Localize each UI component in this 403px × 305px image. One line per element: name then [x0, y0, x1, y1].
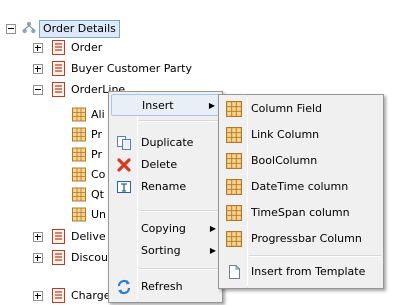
table-icon: [52, 288, 65, 303]
grid-column-icon: [226, 101, 242, 117]
menu-item-label: Duplicate: [141, 136, 194, 149]
copy-icon: [117, 136, 131, 150]
grid-column-icon: [72, 167, 86, 182]
menu-item-label: Link Column: [251, 128, 320, 141]
submenu-item-progressbar-column[interactable]: Progressbar Column: [221, 228, 381, 250]
hierarchy-icon: [22, 21, 36, 34]
expand-icon[interactable]: [33, 64, 43, 74]
grid-column-icon: [72, 187, 86, 202]
menu-item-label: Sorting: [141, 244, 181, 257]
tree-item-label: Ali: [91, 108, 105, 121]
menu-item-label: Progressbar Column: [251, 232, 362, 245]
expand-icon[interactable]: [33, 43, 43, 53]
submenu-arrow-icon: ▶: [209, 224, 216, 233]
tree-item-label: Buyer Customer Party: [71, 62, 192, 75]
rename-icon: [117, 181, 131, 193]
grid-column-icon: [226, 205, 242, 221]
submenu-item-insert-from-template[interactable]: Insert from Template: [221, 261, 381, 283]
menu-separator: [139, 120, 220, 122]
grid-column-icon: [72, 207, 86, 222]
menu-item-label: DateTime column: [251, 180, 349, 193]
menu-item-refresh[interactable]: Refresh: [111, 276, 220, 298]
menu-item-label: TimeSpan column: [251, 206, 350, 219]
grid-column-icon: [226, 127, 242, 143]
tree-item-label: Discou: [71, 251, 109, 264]
grid-column-icon: [226, 231, 242, 247]
tree-item-label: Order: [71, 41, 103, 54]
table-icon: [52, 40, 65, 55]
menu-item-copying[interactable]: Copying ▶: [111, 218, 220, 240]
submenu-arrow-icon: ▶: [208, 101, 215, 110]
tree-item-label: Delive: [71, 230, 106, 243]
delete-x-icon: [117, 158, 131, 172]
submenu-item-timespan-column[interactable]: TimeSpan column: [221, 202, 381, 224]
grid-column-icon: [72, 107, 86, 122]
submenu-arrow-icon: ▶: [209, 246, 216, 255]
menu-item-rename[interactable]: Rename: [111, 176, 220, 198]
table-icon: [52, 61, 65, 76]
submenu-item-datetime-column[interactable]: DateTime column: [221, 176, 381, 198]
tree-root-label[interactable]: Order Details: [39, 20, 120, 38]
context-menu: Insert ▶ Duplicate Delete Rename Copying…: [108, 91, 223, 303]
menu-item-insert[interactable]: Insert ▶: [111, 94, 220, 116]
submenu-item-bool-column[interactable]: BoolColumn: [221, 150, 381, 172]
menu-item-label: Insert from Template: [251, 265, 366, 278]
table-icon: [52, 250, 65, 265]
tree-item-label: Pr: [91, 128, 102, 141]
submenu-item-column-field[interactable]: Column Field: [221, 98, 381, 120]
table-icon: [52, 229, 65, 244]
collapse-icon[interactable]: [6, 24, 16, 34]
grid-column-icon: [72, 127, 86, 142]
menu-item-sorting[interactable]: Sorting ▶: [111, 240, 220, 262]
expand-icon[interactable]: [33, 253, 43, 263]
collapse-icon[interactable]: [33, 85, 43, 95]
insert-submenu: Column Field Link Column BoolColumn Date…: [218, 94, 384, 289]
menu-separator: [139, 210, 220, 212]
menu-item-label: BoolColumn: [251, 154, 318, 167]
refresh-icon: [117, 279, 131, 295]
expand-icon[interactable]: [33, 232, 43, 242]
menu-item-label: Insert: [142, 99, 174, 112]
grid-column-icon: [226, 153, 242, 169]
menu-item-label: Delete: [141, 158, 178, 171]
tree-item-label: Co: [91, 168, 106, 181]
menu-item-label: Column Field: [251, 102, 323, 115]
menu-item-delete[interactable]: Delete: [111, 154, 220, 176]
grid-column-icon: [226, 179, 242, 195]
menu-item-label: Copying: [141, 222, 186, 235]
tree-item-label: Un: [91, 208, 107, 221]
grid-column-icon: [72, 147, 86, 162]
menu-item-duplicate[interactable]: Duplicate: [111, 132, 220, 154]
menu-separator: [139, 268, 220, 270]
tree-item-label: Pr: [91, 148, 102, 161]
submenu-item-link-column[interactable]: Link Column: [221, 124, 381, 146]
tree-item-label: Qt: [91, 188, 104, 201]
menu-item-label: Refresh: [141, 280, 183, 293]
expand-icon[interactable]: [33, 291, 43, 301]
table-icon: [52, 82, 65, 97]
menu-separator: [249, 255, 381, 257]
document-icon: [229, 265, 240, 279]
menu-item-label: Rename: [141, 180, 187, 193]
